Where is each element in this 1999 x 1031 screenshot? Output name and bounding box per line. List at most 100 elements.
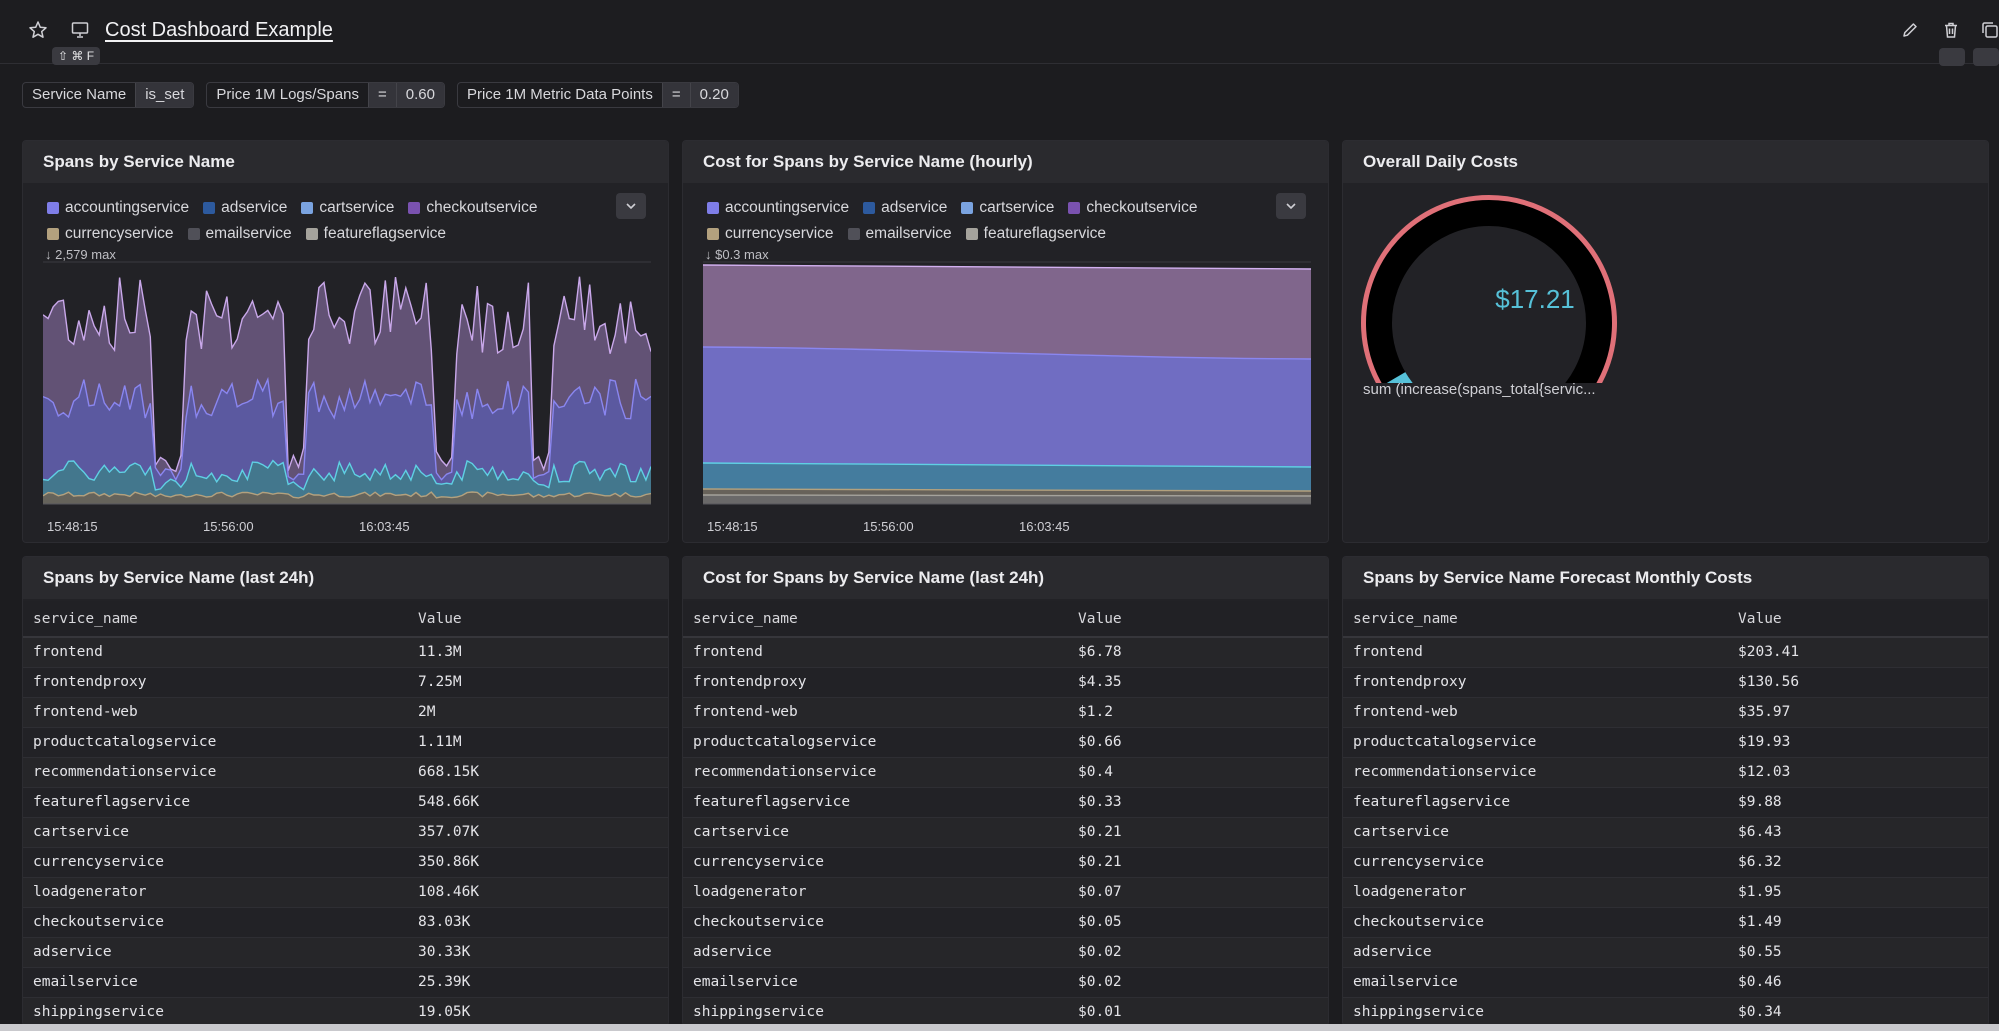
service-name-cell: frontend-web bbox=[1343, 696, 1728, 727]
x-tick-label: 16:03:45 bbox=[1019, 519, 1070, 534]
table-row[interactable]: emailservice 25.39K bbox=[23, 966, 668, 997]
legend-expand-button[interactable] bbox=[616, 193, 646, 219]
table-row[interactable]: shippingservice $0.01 bbox=[683, 996, 1328, 1025]
table-row[interactable]: emailservice $0.02 bbox=[683, 966, 1328, 997]
table-row[interactable]: currencyservice 350.86K bbox=[23, 846, 668, 877]
service-name-cell: loadgenerator bbox=[23, 876, 408, 907]
shortcut-badge-icon bbox=[1973, 48, 1999, 66]
table-row[interactable]: cartservice 357.07K bbox=[23, 816, 668, 847]
table-row[interactable]: featureflagservice 548.66K bbox=[23, 786, 668, 817]
table-row[interactable]: frontend-web $1.2 bbox=[683, 696, 1328, 727]
legend-item[interactable]: emailservice bbox=[847, 225, 952, 243]
table-row[interactable]: recommendationservice $0.4 bbox=[683, 756, 1328, 787]
panel-forecast-table: Spans by Service Name Forecast Monthly C… bbox=[1342, 556, 1989, 1026]
table-row[interactable]: currencyservice $0.21 bbox=[683, 846, 1328, 877]
x-tick-label: 15:48:15 bbox=[47, 519, 98, 534]
table-row[interactable]: loadgenerator 108.46K bbox=[23, 876, 668, 907]
legend-expand-button[interactable] bbox=[1276, 193, 1306, 219]
table-row[interactable]: cartservice $6.43 bbox=[1343, 816, 1988, 847]
filter-price-metric-points[interactable]: Price 1M Metric Data Points = 0.20 bbox=[456, 82, 739, 108]
legend-item[interactable]: currencyservice bbox=[707, 225, 834, 243]
filter-operator: = bbox=[367, 83, 396, 107]
column-header[interactable]: service_name bbox=[683, 601, 1068, 638]
table-row[interactable]: frontend $6.78 bbox=[683, 636, 1328, 667]
legend-item[interactable]: cartservice bbox=[301, 199, 394, 217]
edit-icon[interactable] bbox=[1900, 20, 1920, 40]
value-cell: $0.21 bbox=[1068, 846, 1328, 877]
service-name-cell: loadgenerator bbox=[683, 876, 1068, 907]
horizontal-scrollbar[interactable] bbox=[0, 1024, 1999, 1031]
value-cell: 357.07K bbox=[408, 816, 668, 847]
value-cell: 350.86K bbox=[408, 846, 668, 877]
legend-item[interactable]: adservice bbox=[203, 199, 287, 217]
filter-bar: Service Name is_set Price 1M Logs/Spans … bbox=[22, 82, 739, 108]
table-row[interactable]: loadgenerator $0.07 bbox=[683, 876, 1328, 907]
service-name-cell: currencyservice bbox=[1343, 846, 1728, 877]
table-row[interactable]: frontendproxy $4.35 bbox=[683, 666, 1328, 697]
table-row[interactable]: frontendproxy $130.56 bbox=[1343, 666, 1988, 697]
spans-area-chart[interactable] bbox=[43, 259, 651, 509]
table-row[interactable]: recommendationservice $12.03 bbox=[1343, 756, 1988, 787]
table-row[interactable]: frontend-web 2M bbox=[23, 696, 668, 727]
service-name-cell: featureflagservice bbox=[23, 786, 408, 817]
filter-service-name[interactable]: Service Name is_set bbox=[22, 82, 195, 108]
table-row[interactable]: checkoutservice $0.05 bbox=[683, 906, 1328, 937]
table-row[interactable]: adservice $0.02 bbox=[683, 936, 1328, 967]
legend-item[interactable]: checkoutservice bbox=[408, 199, 538, 217]
table-row[interactable]: frontend-web $35.97 bbox=[1343, 696, 1988, 727]
filter-price-logs-spans[interactable]: Price 1M Logs/Spans = 0.60 bbox=[206, 82, 445, 108]
legend-item[interactable]: featureflagservice bbox=[305, 225, 446, 243]
value-cell: 30.33K bbox=[408, 936, 668, 967]
panel-cost-chart: Cost for Spans by Service Name (hourly) … bbox=[682, 140, 1329, 543]
cost-area-chart[interactable] bbox=[703, 259, 1311, 509]
table-row[interactable]: checkoutservice 83.03K bbox=[23, 906, 668, 937]
legend-item[interactable]: cartservice bbox=[961, 199, 1054, 217]
table-row[interactable]: frontend 11.3M bbox=[23, 636, 668, 667]
column-header[interactable]: service_name bbox=[23, 601, 408, 638]
table-row[interactable]: checkoutservice $1.49 bbox=[1343, 906, 1988, 937]
table-row[interactable]: shippingservice 19.05K bbox=[23, 996, 668, 1025]
service-name-cell: cartservice bbox=[683, 816, 1068, 847]
presentation-icon[interactable] bbox=[70, 20, 90, 40]
service-name-cell: shippingservice bbox=[683, 996, 1068, 1025]
table-row[interactable]: loadgenerator $1.95 bbox=[1343, 876, 1988, 907]
forecast-table: service_name Value frontend $203.41 fronte… bbox=[1343, 601, 1988, 1025]
table-row[interactable]: adservice $0.55 bbox=[1343, 936, 1988, 967]
service-name-cell: currencyservice bbox=[683, 846, 1068, 877]
column-header[interactable]: Value bbox=[1728, 601, 1988, 638]
star-icon[interactable] bbox=[28, 20, 48, 40]
table-row[interactable]: shippingservice $0.34 bbox=[1343, 996, 1988, 1025]
table-row[interactable]: productcatalogservice 1.11M bbox=[23, 726, 668, 757]
legend-item[interactable]: adservice bbox=[863, 199, 947, 217]
column-header[interactable]: Value bbox=[1068, 601, 1328, 638]
legend-item[interactable]: accountingservice bbox=[707, 199, 849, 217]
legend-item[interactable]: checkoutservice bbox=[1068, 199, 1198, 217]
table-row[interactable]: emailservice $0.46 bbox=[1343, 966, 1988, 997]
duplicate-icon[interactable] bbox=[1980, 20, 1999, 40]
table-row[interactable]: frontendproxy 7.25M bbox=[23, 666, 668, 697]
service-name-cell: featureflagservice bbox=[683, 786, 1068, 817]
table-row[interactable]: recommendationservice 668.15K bbox=[23, 756, 668, 787]
table-row[interactable]: productcatalogservice $19.93 bbox=[1343, 726, 1988, 757]
column-header[interactable]: Value bbox=[408, 601, 668, 638]
trash-icon[interactable] bbox=[1941, 20, 1961, 40]
column-header[interactable]: service_name bbox=[1343, 601, 1728, 638]
table-row[interactable]: featureflagservice $9.88 bbox=[1343, 786, 1988, 817]
service-name-cell: frontend-web bbox=[23, 696, 408, 727]
page-title[interactable]: Cost Dashboard Example bbox=[105, 19, 333, 42]
table-row[interactable]: cartservice $0.21 bbox=[683, 816, 1328, 847]
cost-table: service_name Value frontend $6.78 frontend… bbox=[683, 601, 1328, 1025]
table-row[interactable]: adservice 30.33K bbox=[23, 936, 668, 967]
table-row[interactable]: frontend $203.41 bbox=[1343, 636, 1988, 667]
table-row[interactable]: currencyservice $6.32 bbox=[1343, 846, 1988, 877]
legend-item[interactable]: featureflagservice bbox=[965, 225, 1106, 243]
value-cell: $1.95 bbox=[1728, 876, 1988, 907]
table-row[interactable]: featureflagservice $0.33 bbox=[683, 786, 1328, 817]
legend-item[interactable]: accountingservice bbox=[47, 199, 189, 217]
legend-item[interactable]: currencyservice bbox=[47, 225, 174, 243]
service-name-cell: frontend bbox=[683, 636, 1068, 667]
panel-title: Spans by Service Name Forecast Monthly C… bbox=[1343, 557, 1988, 599]
value-cell: 108.46K bbox=[408, 876, 668, 907]
table-row[interactable]: productcatalogservice $0.66 bbox=[683, 726, 1328, 757]
legend-item[interactable]: emailservice bbox=[187, 225, 292, 243]
